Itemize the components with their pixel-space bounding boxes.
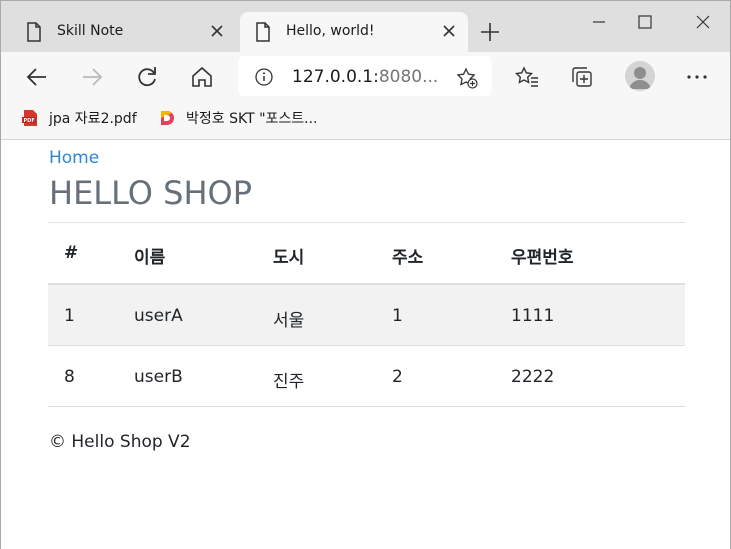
tab-hello-world[interactable]: Hello, world! xyxy=(240,12,468,52)
toolbar: 127.0.0.1:8080... xyxy=(1,52,730,100)
home-link[interactable]: Home xyxy=(49,148,99,168)
more-options-icon[interactable] xyxy=(684,64,710,90)
header-cell: # xyxy=(64,243,79,263)
svg-text:PDF: PDF xyxy=(24,118,35,124)
table-cell: 1111 xyxy=(511,306,555,326)
header-cell: 주소 xyxy=(392,248,424,268)
tab-strip: Skill Note Hello, world! xyxy=(1,1,730,52)
table-cell: userA xyxy=(134,306,183,326)
document-icon xyxy=(256,22,270,42)
close-tab-icon[interactable] xyxy=(208,22,226,40)
address-bar[interactable]: 127.0.0.1:8080... xyxy=(238,56,492,96)
header-cell: 우편번호 xyxy=(511,248,574,268)
table-cell: userB xyxy=(134,367,183,387)
table-cell: 진주 xyxy=(273,372,305,392)
bookmarks-bar: PDF jpa 자료2.pdf 박정호 SKT "포스트... xyxy=(1,100,730,140)
home-icon[interactable] xyxy=(189,64,215,90)
profile-avatar[interactable] xyxy=(625,61,655,91)
table-row: 1 userA 서울 1 1111 xyxy=(48,285,685,346)
bookmark-label: jpa 자료2.pdf xyxy=(49,111,137,127)
header-cell: 이름 xyxy=(134,248,166,268)
page-content: Home HELLO SHOP # 이름 도시 주소 우편번호 1 userA … xyxy=(1,141,730,549)
bookmark-label: 박정호 SKT "포스트... xyxy=(186,111,318,127)
table-cell: 서울 xyxy=(273,311,305,331)
members-table: # 이름 도시 주소 우편번호 1 userA 서울 1 1111 8 user… xyxy=(48,224,685,407)
info-icon[interactable] xyxy=(255,68,273,86)
table-row: 8 userB 진주 2 2222 xyxy=(48,346,685,407)
footer-text: © Hello Shop V2 xyxy=(49,432,191,452)
table-header: # 이름 도시 주소 우편번호 xyxy=(48,224,685,285)
d-logo-icon xyxy=(161,110,174,125)
collections-icon[interactable] xyxy=(569,64,595,90)
pdf-icon: PDF xyxy=(22,110,37,126)
tab-skill-note[interactable]: Skill Note xyxy=(11,12,236,52)
header-cell: 도시 xyxy=(273,248,305,268)
table-cell: 2222 xyxy=(511,367,555,387)
favorites-icon[interactable] xyxy=(514,64,540,90)
browser-window: Skill Note Hello, world! 127.0.0.1:8080.… xyxy=(0,0,731,549)
title-divider xyxy=(48,222,685,223)
document-icon xyxy=(27,22,41,42)
table-cell: 8 xyxy=(64,367,75,387)
user-icon xyxy=(629,67,651,89)
minimize-icon[interactable] xyxy=(588,11,610,33)
table-cell: 2 xyxy=(392,367,403,387)
table-cell: 1 xyxy=(64,306,75,326)
maximize-icon[interactable] xyxy=(634,11,656,33)
close-window-icon[interactable] xyxy=(692,11,714,33)
back-icon[interactable] xyxy=(24,64,50,90)
bookmark-post[interactable]: 박정호 SKT "포스트... xyxy=(158,108,318,128)
tab-title: Skill Note xyxy=(57,23,124,39)
add-favorite-icon[interactable] xyxy=(456,67,478,89)
url-text: 127.0.0.1:8080... xyxy=(292,67,439,87)
bookmark-jpa-pdf[interactable]: PDF jpa 자료2.pdf xyxy=(21,108,137,128)
refresh-icon[interactable] xyxy=(134,64,160,90)
forward-icon[interactable] xyxy=(79,64,105,90)
close-tab-icon[interactable] xyxy=(440,22,458,40)
table-cell: 1 xyxy=(392,306,403,326)
tab-title: Hello, world! xyxy=(286,23,375,39)
page-title: HELLO SHOP xyxy=(49,174,253,212)
new-tab-icon[interactable] xyxy=(479,21,501,43)
